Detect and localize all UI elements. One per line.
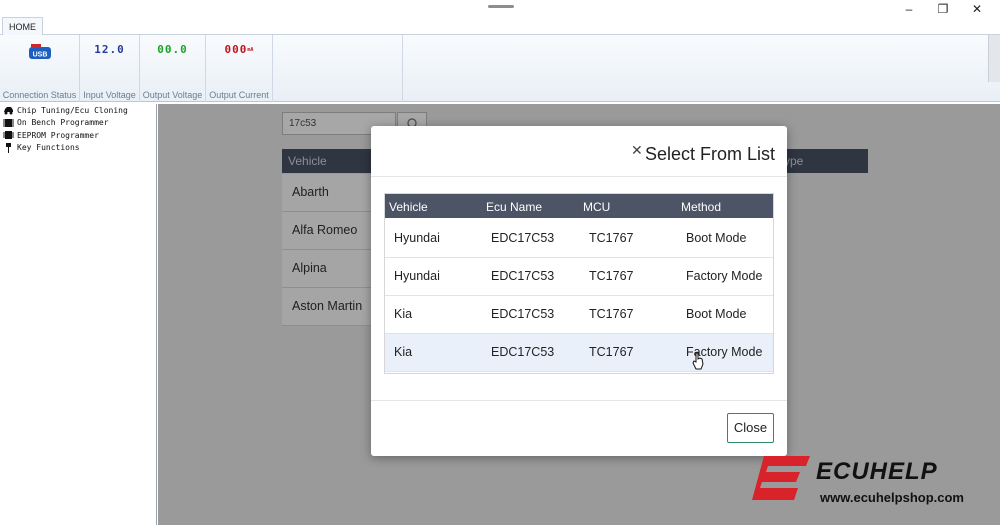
- vehicle-cell: Kia: [394, 307, 413, 321]
- hand-cursor-icon: [692, 352, 704, 370]
- app-window: – ❐ ✕ HOME USB Connection Status 12.0 In…: [0, 0, 1000, 525]
- brand-name: ECUHELP: [816, 458, 938, 485]
- ecu-name-column-header: Ecu Name: [486, 200, 543, 214]
- usb-icon: USB: [29, 44, 51, 59]
- drag-grip[interactable]: [488, 5, 514, 8]
- ecuhelp-logo-icon: [752, 456, 810, 500]
- vehicle-column-header: Vehicle: [288, 154, 327, 168]
- tree-item-label: Key Functions: [17, 143, 80, 153]
- method-cell: Factory Mode: [686, 269, 763, 283]
- output-voltage-label: Output Voltage: [142, 90, 203, 100]
- chip-icon: [3, 118, 14, 127]
- vehicle-cell: Hyundai: [394, 231, 440, 245]
- output-current-unit: mA: [247, 47, 254, 53]
- ribbon-tabs: HOME: [0, 17, 1000, 36]
- select-from-list-dialog: ✕ Select From List Vehicle Ecu Name MCU …: [371, 126, 787, 456]
- ecu-name-cell: EDC17C53: [491, 269, 555, 283]
- key-icon: [6, 142, 11, 153]
- ribbon-scrollbar[interactable]: [988, 35, 1000, 82]
- tree-item-eeprom[interactable]: EEPROM Programmer: [0, 129, 156, 142]
- ecu-name-cell: EDC17C53: [491, 231, 555, 245]
- ecu-list-row[interactable]: Hyundai EDC17C53 TC1767 Factory Mode: [385, 258, 773, 296]
- connection-status-group: USB Connection Status: [0, 35, 80, 102]
- car-icon: [4, 107, 13, 115]
- tree-item-chip-tuning[interactable]: Chip Tuning/Ecu Cloning: [0, 104, 156, 117]
- vehicle-cell: Hyundai: [394, 269, 440, 283]
- brand-url: www.ecuhelpshop.com: [820, 490, 964, 505]
- divider: [371, 176, 787, 177]
- mcu-cell: TC1767: [589, 269, 634, 283]
- method-column-header: Method: [681, 200, 722, 214]
- tree-item-label: EEPROM Programmer: [17, 130, 99, 140]
- output-voltage-group: 00.0 Output Voltage: [140, 35, 206, 102]
- output-current-readout: 000mA: [206, 43, 272, 56]
- tree-item-on-bench[interactable]: On Bench Programmer: [0, 117, 156, 130]
- ecu-list: Vehicle Ecu Name MCU Method Hyundai EDC1…: [384, 193, 774, 374]
- close-window-button[interactable]: ✕: [962, 0, 992, 17]
- mcu-cell: TC1767: [589, 231, 634, 245]
- output-voltage-value: 00.0: [157, 43, 188, 56]
- dialog-title: Select From List: [645, 144, 776, 164]
- mcu-cell: TC1767: [589, 307, 634, 321]
- vehicle-row[interactable]: Aston Martin: [282, 288, 371, 326]
- restore-button[interactable]: ❐: [928, 0, 958, 17]
- ecu-list-header: Vehicle Ecu Name MCU Method: [385, 194, 773, 218]
- vehicle-cell: Kia: [394, 345, 413, 359]
- eeprom-icon: [3, 131, 14, 140]
- connection-status-label: Connection Status: [2, 90, 77, 100]
- tree-item-key-functions[interactable]: Key Functions: [0, 142, 156, 155]
- method-cell: Boot Mode: [686, 231, 747, 245]
- mcu-cell: TC1767: [589, 345, 634, 359]
- ecuhelp-watermark: ECUHELP www.ecuhelpshop.com: [750, 450, 995, 510]
- close-button[interactable]: Close: [727, 413, 774, 443]
- vehicle-row[interactable]: Alpina: [282, 250, 371, 288]
- ecu-list-row-selected[interactable]: Kia EDC17C53 TC1767 Factory Mode: [385, 334, 773, 372]
- input-voltage-group: 12.0 Input Voltage: [80, 35, 140, 102]
- input-voltage-value: 12.0: [94, 43, 125, 56]
- empty-ribbon-group: [273, 35, 403, 102]
- vehicle-row[interactable]: Abarth: [282, 174, 371, 212]
- tab-home[interactable]: HOME: [2, 17, 43, 36]
- ecu-list-row[interactable]: Kia EDC17C53 TC1767 Boot Mode: [385, 296, 773, 334]
- method-cell: Boot Mode: [686, 307, 747, 321]
- output-current-value: 000: [224, 43, 248, 56]
- output-current-label: Output Current: [209, 90, 269, 100]
- dialog-close-icon[interactable]: ✕: [631, 142, 643, 159]
- title-bar: – ❐ ✕: [0, 0, 1000, 17]
- svg-text:USB: USB: [33, 52, 48, 59]
- function-tree: Chip Tuning/Ecu Cloning On Bench Program…: [0, 104, 157, 525]
- output-current-group: 000mA Output Current: [206, 35, 273, 102]
- mcu-column-header: MCU: [583, 200, 611, 214]
- vehicle-row[interactable]: Alfa Romeo: [282, 212, 371, 250]
- ribbon: USB Connection Status 12.0 Input Voltage…: [0, 35, 1000, 102]
- tree-item-label: On Bench Programmer: [17, 118, 109, 128]
- tree-item-label: Chip Tuning/Ecu Cloning: [17, 105, 128, 115]
- divider: [371, 400, 787, 401]
- minimize-button[interactable]: –: [894, 0, 924, 17]
- ecu-list-row[interactable]: Hyundai EDC17C53 TC1767 Boot Mode: [385, 220, 773, 258]
- ecu-name-cell: EDC17C53: [491, 345, 555, 359]
- input-voltage-label: Input Voltage: [83, 90, 136, 100]
- vehicle-column-header: Vehicle: [389, 200, 428, 214]
- ecu-name-cell: EDC17C53: [491, 307, 555, 321]
